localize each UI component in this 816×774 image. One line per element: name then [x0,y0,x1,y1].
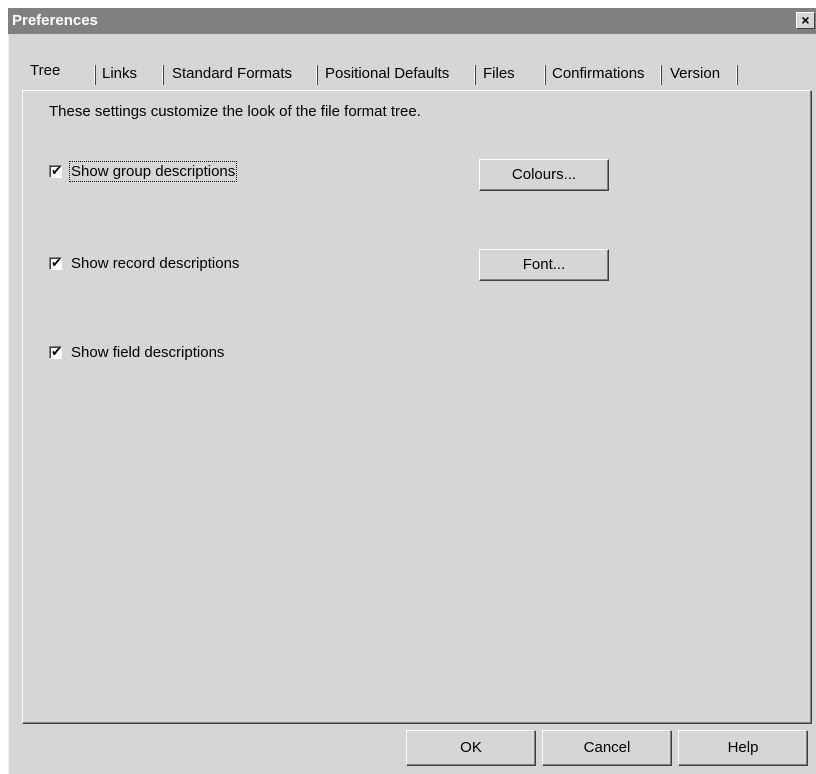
tab-label: Tree [30,62,61,79]
tab-separator [736,65,738,85]
close-icon: × [801,12,810,28]
tab-version[interactable]: Version [670,62,734,86]
panel-border [23,91,811,723]
tab-label: Confirmations [552,65,645,82]
tab-positional-defaults[interactable]: Positional Defaults [325,62,473,86]
help-button[interactable]: Help [678,730,808,766]
tab-separator [474,65,476,85]
tab-label: Standard Formats [172,65,293,82]
tab-label: Version [670,65,721,82]
tab-confirmations[interactable]: Confirmations [552,62,658,86]
tab-tree[interactable]: Tree [30,56,88,86]
tab-standard-formats[interactable]: Standard Formats [172,62,316,86]
dialog-title: Preferences [12,12,98,29]
checkbox-label: Show field descriptions [71,344,225,361]
ok-button[interactable]: OK [406,730,536,766]
tab-label: Files [483,65,515,82]
tab-separator [94,65,96,85]
checkbox-label: Show group descriptions [68,161,238,182]
checkbox-box[interactable]: ✔ [49,344,62,359]
checkbox-box[interactable]: ✔ [49,255,62,270]
colours-button[interactable]: Colours... [479,159,609,191]
cancel-button[interactable]: Cancel [542,730,672,766]
preferences-dialog: Preferences × Tree Links Standard Format… [8,8,816,774]
checkmark-icon: ✔ [51,255,62,270]
tab-label: Links [102,65,138,82]
tab-files[interactable]: Files [483,62,539,86]
tab-separator [316,65,318,85]
title-bar: Preferences × [8,8,816,34]
tab-separator [544,65,546,85]
close-button[interactable]: × [796,12,815,29]
checkmark-icon: ✔ [51,344,62,359]
tab-strip: Tree Links Standard Formats Positional D… [8,34,816,90]
checkbox-box[interactable]: ✔ [49,163,62,178]
tree-settings-panel: These settings customize the look of the… [22,90,812,724]
checkmark-icon: ✔ [51,163,62,178]
panel-description: These settings customize the look of the… [49,103,421,120]
tab-label: Positional Defaults [325,65,450,82]
checkbox-label: Show record descriptions [71,255,240,272]
font-button[interactable]: Font... [479,249,609,281]
tab-separator [660,65,662,85]
tab-separator [162,65,164,85]
tab-links[interactable]: Links [102,62,162,86]
